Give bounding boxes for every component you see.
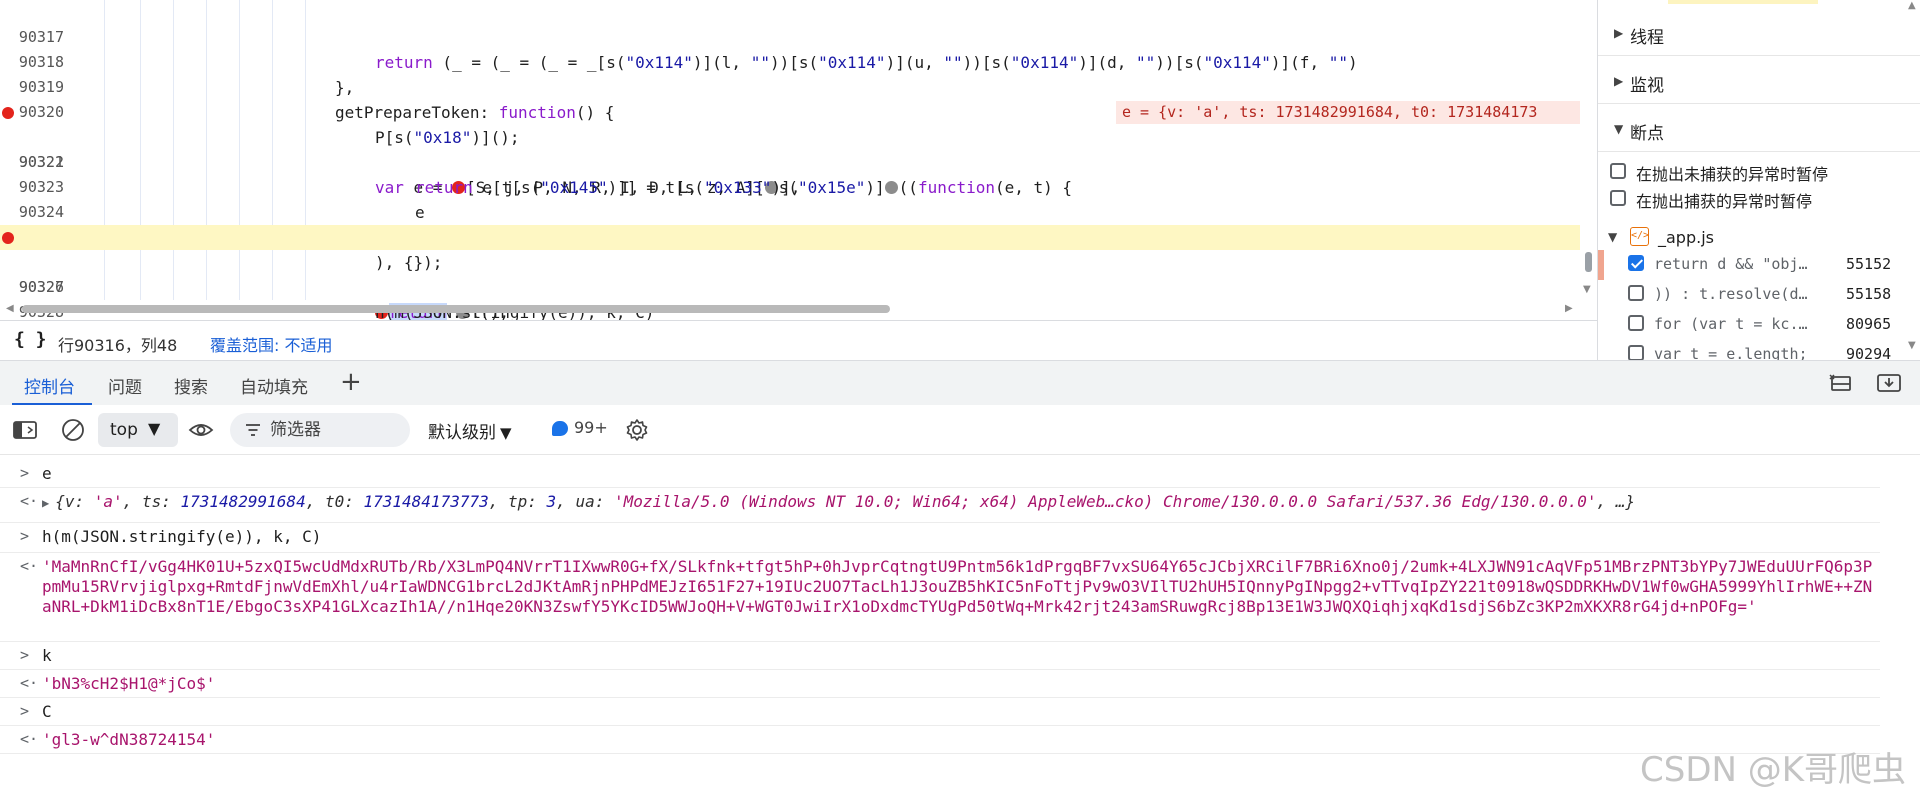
console-toolbar: top ▼ 默认级别▼ 99+ xyxy=(0,405,1920,455)
scroll-right-arrow-icon[interactable]: ▶ xyxy=(1565,303,1573,314)
inline-variable-value: e = {v: 'a', ts: 1731482991684, t0: 1731… xyxy=(1116,101,1580,124)
threads-section[interactable]: ▶ 线程 xyxy=(1598,12,1920,56)
code-line[interactable]: 90318 }, xyxy=(0,25,1580,97)
code-line[interactable]: 90328 }, xyxy=(0,275,1580,320)
close-drawer-icon[interactable] xyxy=(1876,372,1902,394)
result-arrow-icon: <· xyxy=(20,674,39,692)
breakpoints-section[interactable]: ▼ 断点 xyxy=(1598,108,1920,152)
code-file-icon: </> xyxy=(1630,227,1649,246)
chevron-down-icon: ▼ xyxy=(1614,122,1624,136)
code-line[interactable]: 90317 return (_ = (_ = (_ = _[s("0x114")… xyxy=(0,0,1580,72)
filter-icon xyxy=(244,421,262,439)
tab-autofill[interactable]: 自动填充 xyxy=(240,373,308,398)
current-execution-line[interactable]: 90326 return Y(), xyxy=(0,225,1580,320)
result-arrow-icon: <· xyxy=(20,730,39,748)
log-levels-dropdown[interactable]: 默认级别 ▼ xyxy=(428,418,512,443)
drawer-tab-bar: 控制台 问题 搜索 自动填充 + xyxy=(0,360,1920,406)
filter-box[interactable] xyxy=(230,413,410,447)
scroll-down-arrow-icon[interactable]: ▼ xyxy=(1908,340,1916,351)
editor-status-bar: { } 行90316，列48 覆盖范围: 不适用 xyxy=(0,320,1597,360)
tab-console[interactable]: 控制台 xyxy=(24,373,75,398)
chevron-right-icon: ▶ xyxy=(1614,74,1624,88)
tab-issues[interactable]: 问题 xyxy=(108,373,142,398)
input-prompt-icon: > xyxy=(20,702,30,720)
cursor-position: 行90316，列48 xyxy=(58,336,178,355)
live-expression-eye-icon[interactable] xyxy=(188,418,214,442)
pause-caught-option[interactable]: 在抛出捕获的异常时暂停 xyxy=(1598,185,1920,212)
watch-section[interactable]: ▶ 监视 xyxy=(1598,60,1920,104)
chevron-down-icon: ▼ xyxy=(1608,230,1618,244)
debugger-sidebar: ▶ 线程 ▶ 监视 ▼ 断点 在抛出未捕获的异常时暂停 在抛出捕获的异常时暂停 … xyxy=(1597,0,1920,360)
clear-console-icon[interactable] xyxy=(60,418,86,442)
breakpoint-checkbox[interactable] xyxy=(1628,345,1644,360)
input-prompt-icon: > xyxy=(20,646,30,664)
code-line[interactable]: 90327 h(m(JSON.stringify(e)), k, C) xyxy=(0,250,1580,320)
code-line[interactable]: 90324 } xyxy=(0,175,1580,247)
breakpoint-checkbox[interactable] xyxy=(1628,315,1644,331)
chevron-right-icon: ▶ xyxy=(1614,26,1624,40)
watermark: CSDN @K哥爬虫 xyxy=(1640,750,1907,790)
breakpoint-item[interactable]: )) : t.resolve(d… 55158 xyxy=(1598,280,1920,310)
breakpoint-checkbox[interactable] xyxy=(1628,285,1644,301)
object-preview[interactable]: ▶ {v: 'a', ts: 1731482991684, t0: 1731484… xyxy=(42,492,1635,511)
vertical-scrollbar[interactable] xyxy=(1585,252,1592,272)
source-editor[interactable]: 90317 return (_ = (_ = (_ = _[s("0x114")… xyxy=(0,0,1597,320)
coverage-link[interactable]: 覆盖范围: 不适用 xyxy=(210,332,332,356)
chevron-down-icon: ▼ xyxy=(148,419,161,438)
console-messages[interactable]: > e <· ▶ {v: 'a', ts: 1731482991684, t0: … xyxy=(0,455,1920,793)
filter-input[interactable] xyxy=(270,418,400,442)
scroll-up-arrow-icon[interactable]: ▲ xyxy=(1908,0,1916,11)
console-input-message[interactable]: > k xyxy=(0,642,1880,670)
message-bubble-icon xyxy=(552,421,568,436)
console-result-message[interactable]: <· 'MaMnRnCfI/vGg4HK01U+5zxQI5wcUdMdxRUT… xyxy=(0,553,1880,642)
code-line[interactable]: 90320 P[s("0x18")](); xyxy=(0,75,1580,147)
result-arrow-icon: <· xyxy=(20,492,39,510)
active-breakpoint-marker xyxy=(1598,250,1604,280)
sidebar-toggle-icon[interactable] xyxy=(12,418,38,442)
code-line[interactable]: 90319 getPrepareToken: function() { xyxy=(0,50,1580,122)
breakpoint-item[interactable]: for (var t = kc.… 80965 xyxy=(1598,310,1920,340)
breakpoint-checkbox[interactable] xyxy=(1628,255,1644,271)
chevron-right-icon[interactable]: ▶ xyxy=(42,496,49,510)
tab-search[interactable]: 搜索 xyxy=(174,373,208,398)
console-input-message[interactable]: > e xyxy=(0,460,1880,488)
console-input-message[interactable]: > h(m(JSON.stringify(e)), k, C) xyxy=(0,523,1880,553)
console-result-message[interactable]: <· 'bN3%cH2$H1@*jCo$' xyxy=(0,670,1880,698)
pretty-print-button[interactable]: { } xyxy=(14,329,47,350)
breakpoint-marker[interactable] xyxy=(2,232,14,244)
result-arrow-icon: <· xyxy=(20,557,39,575)
breakpoint-item[interactable]: return d && "obj… 55152 xyxy=(1598,250,1920,280)
code-line[interactable]: 90323 e xyxy=(0,150,1580,222)
scroll-left-arrow-icon[interactable]: ◀ xyxy=(6,303,14,314)
pause-uncaught-checkbox[interactable] xyxy=(1610,163,1626,179)
gear-icon[interactable] xyxy=(624,418,650,442)
dock-icon[interactable] xyxy=(1828,372,1854,394)
console-input-message[interactable]: > C xyxy=(0,698,1880,726)
breakpoint-item[interactable]: var t = e.length; 90294 xyxy=(1598,340,1920,360)
code-line[interactable]: 90322 return e[t[s("0x145")]] = t[s("0x1… xyxy=(0,125,1580,197)
scroll-down-arrow-icon[interactable]: ▼ xyxy=(1583,284,1591,295)
chevron-down-icon: ▼ xyxy=(500,424,512,442)
pause-uncaught-option[interactable]: 在抛出未捕获的异常时暂停 xyxy=(1598,158,1920,185)
input-prompt-icon: > xyxy=(20,464,30,482)
add-tab-button[interactable]: + xyxy=(340,367,362,397)
breakpoint-marker[interactable] xyxy=(2,107,14,119)
code-line[interactable]: 90325 ), {}); xyxy=(0,200,1580,272)
console-result-message[interactable]: <· 'gl3-w^dN38724154' xyxy=(0,726,1880,754)
horizontal-scrollbar[interactable] xyxy=(22,305,890,313)
breakpoint-file-group[interactable]: ▼ </> _app.js xyxy=(1598,222,1920,252)
context-selector[interactable]: top ▼ xyxy=(98,413,178,447)
scope-highlight xyxy=(1668,0,1818,4)
input-prompt-icon: > xyxy=(20,527,30,545)
console-result-message[interactable]: <· ▶ {v: 'a', ts: 1731482991684, t0: 1731… xyxy=(0,488,1880,523)
pause-caught-checkbox[interactable] xyxy=(1610,190,1626,206)
